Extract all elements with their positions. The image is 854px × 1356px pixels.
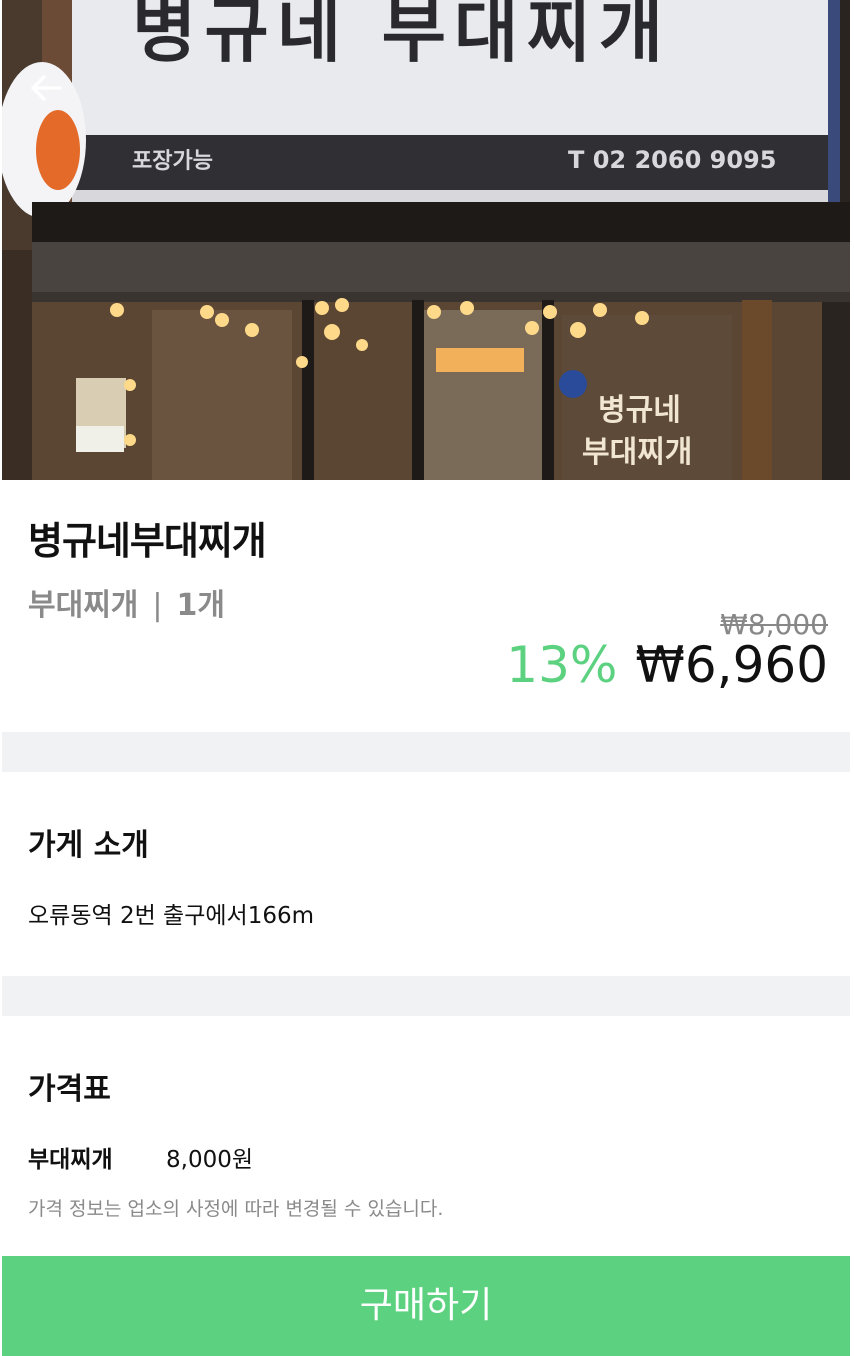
price-table-title: 가격표 <box>28 1072 111 1107</box>
window-text-1: 병규네 <box>598 393 681 428</box>
quantity: 1개 <box>176 588 225 623</box>
discount-rate: 13% <box>506 636 618 694</box>
storefront-illustration: 병규네 부대찌개 포장가능 T 02 2060 9095 병규네 부대찌개 <box>2 0 850 480</box>
price-table-card: 가격표 부대찌개 8,000원 가격 정보는 업소의 사정에 따라 변경될 수 있… <box>2 1016 850 1256</box>
price-item-price: 8,000원 <box>166 1147 254 1173</box>
back-button[interactable] <box>26 70 70 106</box>
price-row: 13% ₩6,960 <box>506 636 828 694</box>
intro-title: 가게 소개 <box>28 828 149 863</box>
meta-separator: | <box>152 588 163 623</box>
price-item-name: 부대찌개 <box>28 1147 113 1173</box>
buy-button[interactable]: 구매하기 <box>2 1256 850 1356</box>
price-notice: 가격 정보는 업소의 사정에 따라 변경될 수 있습니다. <box>28 1198 444 1220</box>
store-name: 병규네부대찌개 <box>28 519 267 563</box>
window-text-2: 부대찌개 <box>582 435 692 470</box>
arrow-left-icon <box>31 75 62 101</box>
store-info-card: 병규네부대찌개 부대찌개 | 1개 ₩8,000 13% ₩6,960 <box>2 480 850 732</box>
page: 병규네 부대찌개 포장가능 T 02 2060 9095 병규네 부대찌개 병규… <box>2 0 850 1356</box>
store-meta: 부대찌개 | 1개 <box>28 580 225 624</box>
final-price: ₩6,960 <box>635 636 828 694</box>
sign-text: 병규네 부대찌개 <box>132 0 671 72</box>
price-table-row: 부대찌개 8,000원 <box>28 1140 253 1174</box>
sign-takeout-text: 포장가능 <box>132 149 213 174</box>
intro-text: 오류동역 2번 출구에서166m <box>28 903 315 929</box>
store-intro-card: 가게 소개 오류동역 2번 출구에서166m <box>2 772 850 976</box>
store-photo: 병규네 부대찌개 포장가능 T 02 2060 9095 병규네 부대찌개 <box>2 0 850 480</box>
menu-name: 부대찌개 <box>28 588 139 623</box>
sign-phone-text: T 02 2060 9095 <box>568 146 776 174</box>
